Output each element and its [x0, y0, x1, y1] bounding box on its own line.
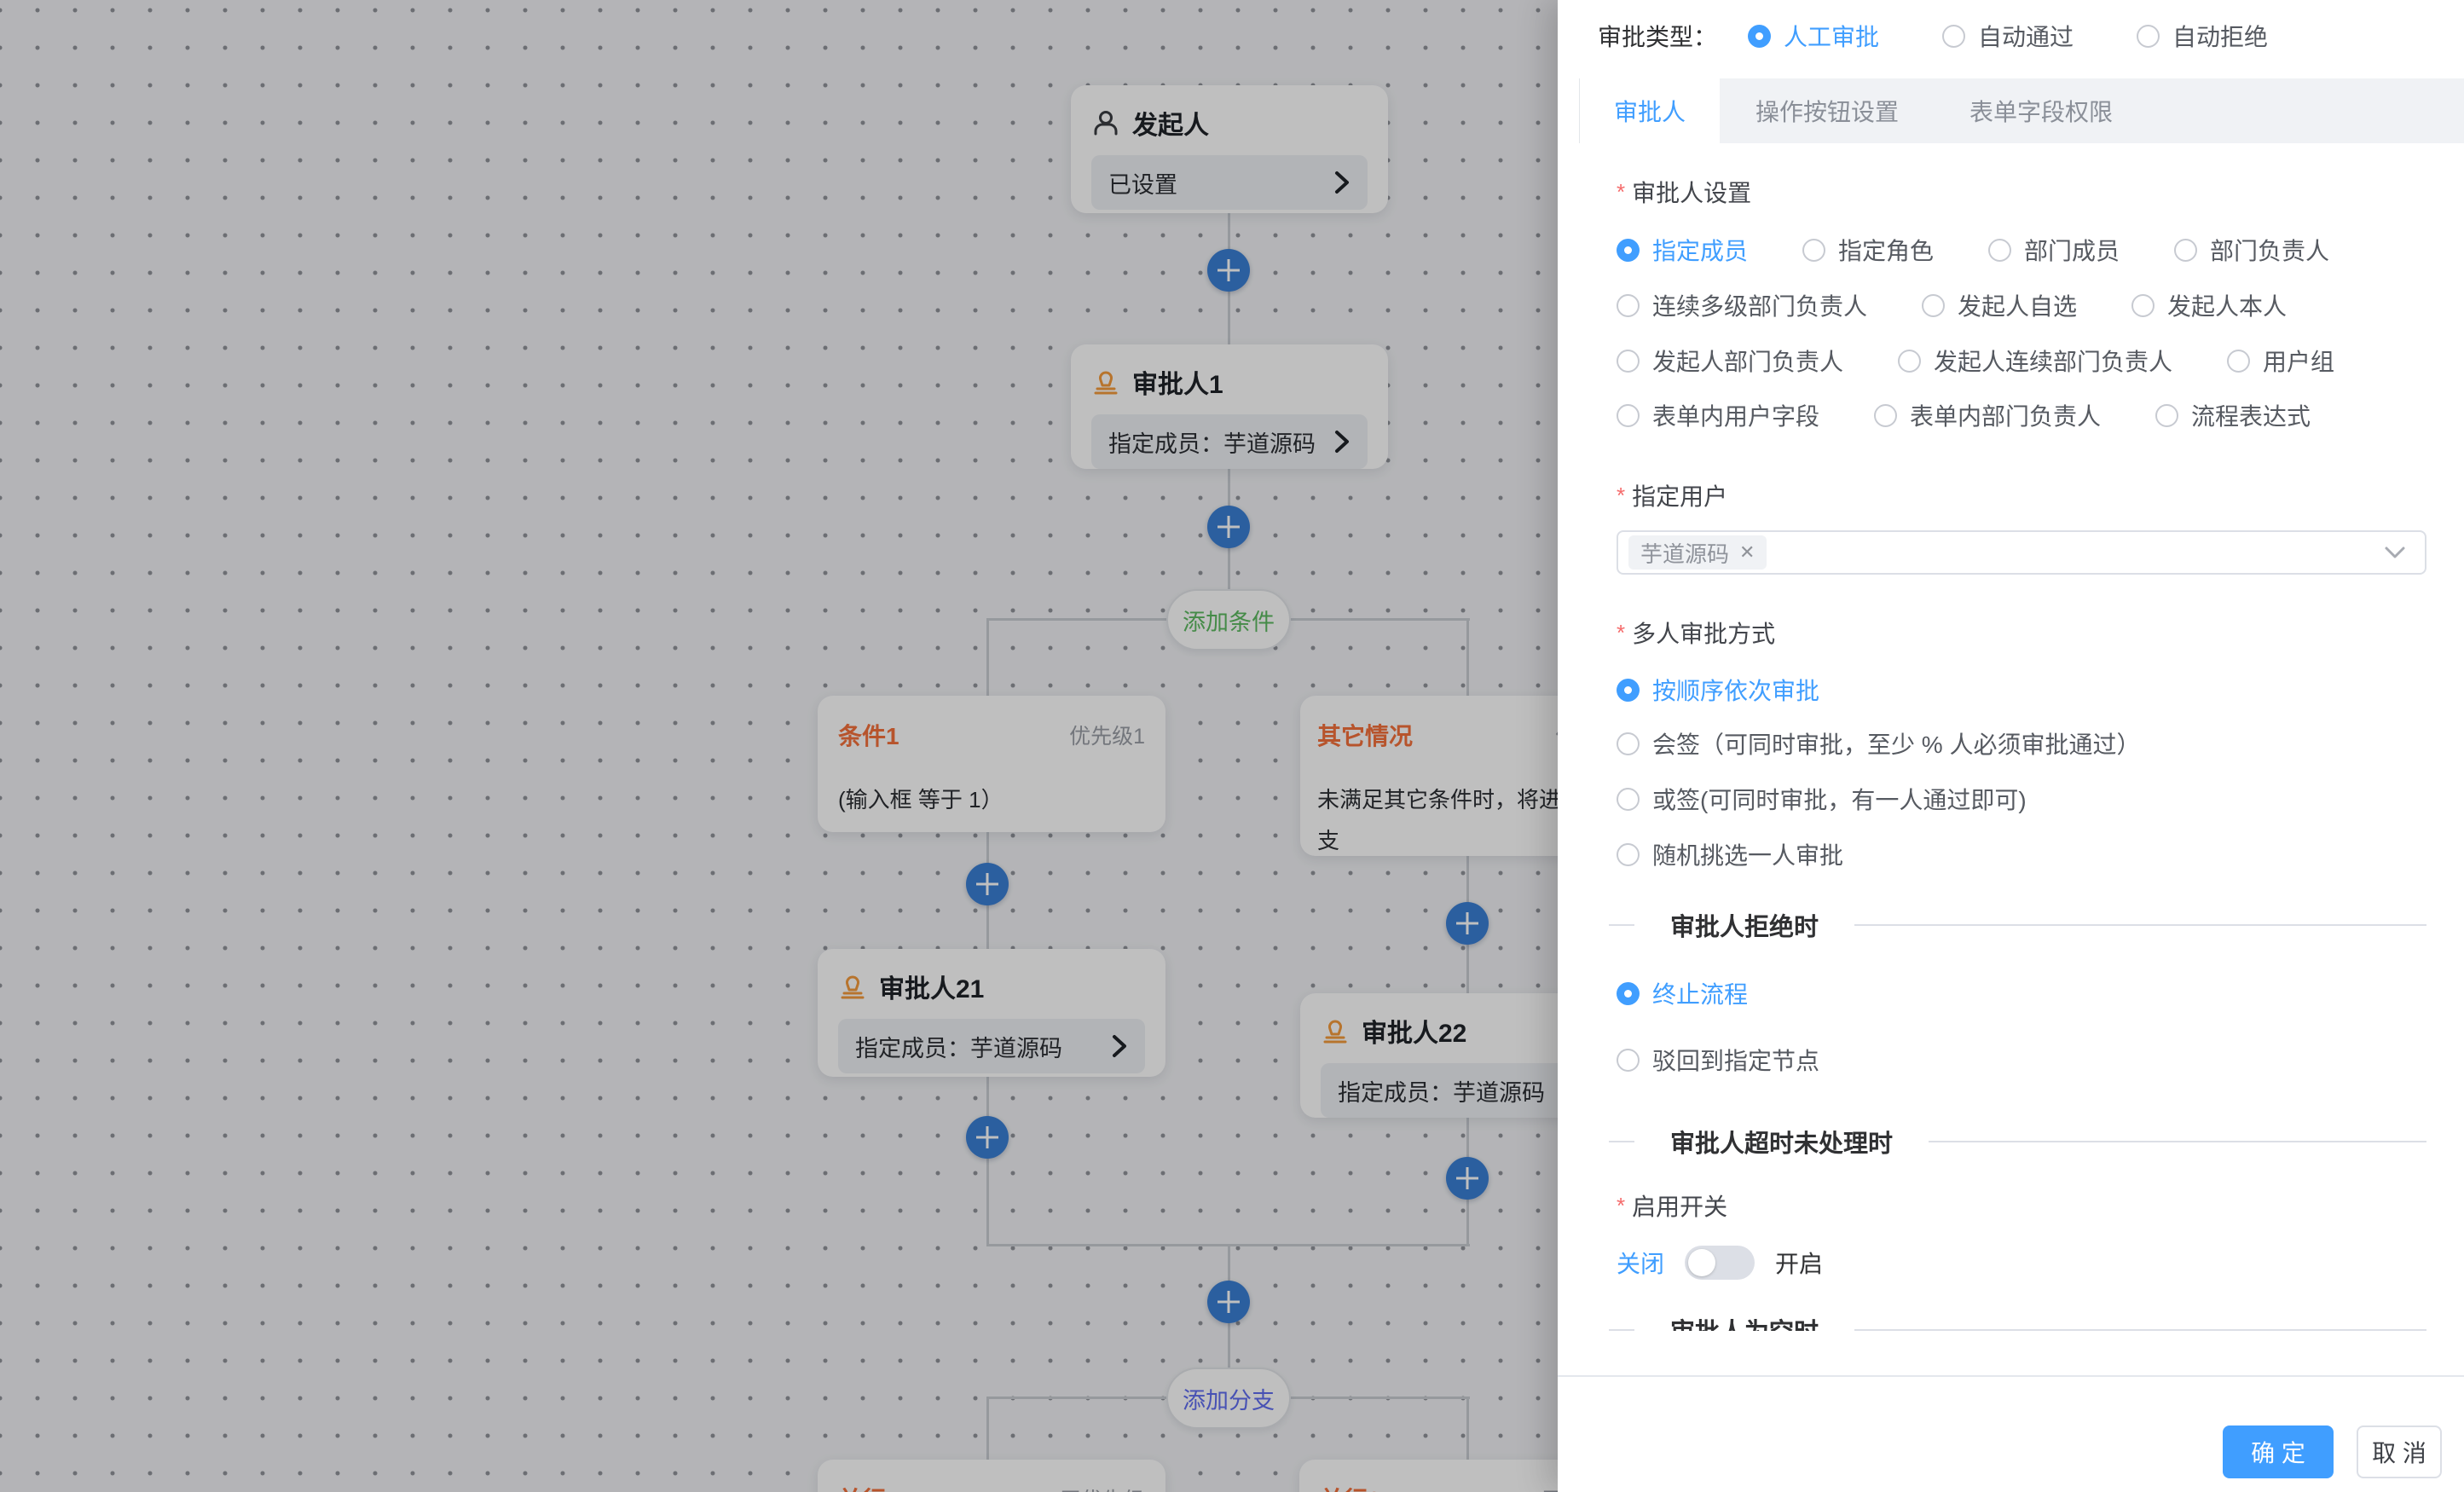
radio-dot	[1617, 239, 1640, 262]
modal-dim-overlay	[0, 0, 1558, 1492]
switch-on-label: 开启	[1775, 1246, 1823, 1280]
radio-dept-member[interactable]: 部门成员	[1988, 233, 2120, 267]
radio-dot	[1617, 294, 1640, 317]
tab-form-field-permission[interactable]: 表单字段权限	[1969, 94, 2113, 128]
radio-multi-level-dept-leader[interactable]: 连续多级部门负责人	[1617, 288, 1867, 322]
divider-line	[1854, 1329, 2426, 1331]
radio-dot	[1874, 404, 1897, 427]
radio-countersign[interactable]: 会签（可同时审批，至少 % 人必须审批通过）	[1617, 726, 2140, 760]
approve-type-label: 审批类型：	[1598, 19, 1717, 53]
radio-dept-leader[interactable]: 部门负责人	[2174, 233, 2329, 267]
multi-approve-label: 多人审批方式	[1617, 616, 1775, 650]
radio-dot	[1898, 350, 1921, 373]
approve-type-row: 审批类型： 人工审批 自动通过 自动拒绝	[1598, 12, 2430, 60]
approver-setting-label: 审批人设置	[1617, 175, 1751, 209]
radio-manual-approve[interactable]: 人工审批	[1748, 19, 1879, 53]
approver-settings-panel: 审批类型： 人工审批 自动通过 自动拒绝 操作按钮设置 表单字段权限 审批人 审	[1558, 0, 2464, 1492]
radio-initiator-dept-leader[interactable]: 发起人部门负责人	[1617, 344, 1843, 378]
radio-form-dept-leader[interactable]: 表单内部门负责人	[1874, 398, 2101, 432]
radio-dot	[1802, 239, 1825, 262]
divider-line	[1929, 1141, 2426, 1142]
divider-line	[1854, 924, 2426, 926]
switch-off-label: 关闭	[1617, 1246, 1664, 1280]
radio-dot	[1988, 239, 2011, 262]
divider-line	[1609, 1329, 1634, 1331]
radio-auto-reject[interactable]: 自动拒绝	[2137, 19, 2268, 53]
divider-line	[1609, 924, 1634, 926]
radio-initiator-choose[interactable]: 发起人自选	[1922, 288, 2077, 322]
user-tag: 芋道源码 ✕	[1628, 535, 1767, 570]
radio-dot	[1617, 404, 1640, 427]
radio-dot	[1617, 679, 1640, 702]
radio-dot	[2174, 239, 2197, 262]
radio-dot	[1922, 294, 1945, 317]
reject-section-divider: 审批人拒绝时	[1609, 911, 2426, 939]
radio-user-group[interactable]: 用户组	[2227, 344, 2334, 378]
radio-process-expression[interactable]: 流程表达式	[2155, 398, 2311, 432]
radio-sequential-approve[interactable]: 按顺序依次审批	[1617, 673, 1819, 707]
radio-dot	[2227, 350, 2250, 373]
timeout-enable-switch[interactable]	[1685, 1246, 1755, 1280]
timeout-section-title: 审批人超时未处理时	[1670, 1124, 1893, 1159]
radio-dot	[2131, 294, 2155, 317]
chevron-down-icon	[2384, 546, 2406, 559]
reject-section-title: 审批人拒绝时	[1670, 907, 1819, 943]
radio-dot	[1748, 25, 1771, 48]
timeout-section-divider: 审批人超时未处理时	[1609, 1128, 2426, 1155]
radio-specified-member[interactable]: 指定成员	[1617, 233, 1748, 267]
switch-knob	[1688, 1249, 1715, 1276]
panel-scroll-area[interactable]: 审批类型： 人工审批 自动通过 自动拒绝 操作按钮设置 表单字段权限 审批人 审	[1558, 0, 2464, 1331]
tab-button-settings[interactable]: 操作按钮设置	[1755, 94, 1899, 128]
radio-initiator-multi-dept-leader[interactable]: 发起人连续部门负责人	[1898, 344, 2172, 378]
timeout-switch-row: 关闭 开启	[1617, 1244, 1823, 1281]
approver-setting-row4: 表单内用户字段 表单内部门负责人 流程表达式	[1617, 402, 2430, 429]
radio-form-user-field[interactable]: 表单内用户字段	[1617, 398, 1819, 432]
radio-orsign[interactable]: 或签(可同时审批，有一人通过即可)	[1617, 782, 2027, 816]
radio-dot	[1617, 982, 1640, 1005]
approver-setting-row1: 指定成员 指定角色 部门成员 部门负责人	[1617, 236, 2430, 263]
tab-approver[interactable]: 审批人	[1579, 78, 1720, 143]
confirm-button[interactable]: 确 定	[2223, 1425, 2334, 1478]
assigned-user-select[interactable]: 芋道源码 ✕	[1617, 530, 2426, 575]
radio-dot	[1617, 788, 1640, 811]
radio-dot	[1942, 25, 1965, 48]
radio-dot	[1617, 732, 1640, 755]
footer-divider	[1558, 1375, 2464, 1377]
close-icon[interactable]: ✕	[1739, 543, 1755, 562]
radio-random-one[interactable]: 随机挑选一人审批	[1617, 837, 1843, 871]
radio-terminate-process[interactable]: 终止流程	[1617, 976, 1748, 1010]
tab-strip: 操作按钮设置 表单字段权限	[1720, 78, 2464, 143]
assigned-user-label: 指定用户	[1617, 478, 1727, 512]
empty-section-divider: 审批人为空时	[1609, 1316, 2426, 1331]
divider-line	[1609, 1141, 1634, 1142]
enable-switch-label: 启用开关	[1617, 1188, 1727, 1223]
radio-dot	[1617, 350, 1640, 373]
radio-return-to-node[interactable]: 驳回到指定节点	[1617, 1043, 1819, 1077]
radio-dot	[2155, 404, 2178, 427]
approver-setting-row3: 发起人部门负责人 发起人连续部门负责人 用户组	[1617, 347, 2430, 374]
cancel-button[interactable]: 取 消	[2357, 1425, 2442, 1478]
empty-section-title: 审批人为空时	[1670, 1312, 1819, 1331]
radio-initiator-self[interactable]: 发起人本人	[2131, 288, 2287, 322]
radio-dot	[1617, 843, 1640, 866]
user-tag-label: 芋道源码	[1640, 537, 1729, 569]
radio-dot	[2137, 25, 2160, 48]
radio-auto-pass[interactable]: 自动通过	[1942, 19, 2074, 53]
approver-setting-row2: 连续多级部门负责人 发起人自选 发起人本人	[1617, 292, 2430, 319]
radio-dot	[1617, 1049, 1640, 1072]
panel-tabs: 操作按钮设置 表单字段权限 审批人	[1558, 78, 2464, 143]
radio-specified-role[interactable]: 指定角色	[1802, 233, 1934, 267]
